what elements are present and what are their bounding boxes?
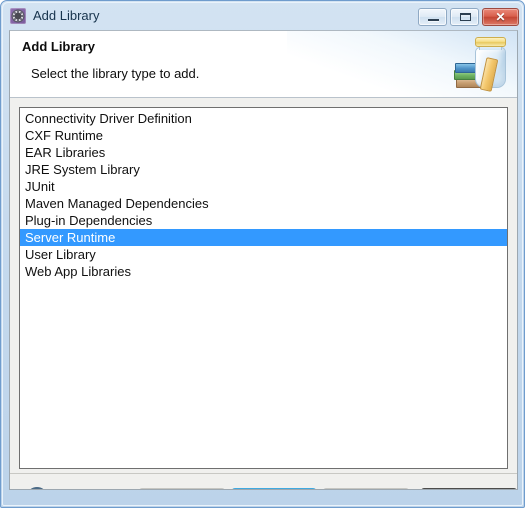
cancel-button[interactable]: Cancel bbox=[421, 488, 517, 489]
jar-lid-icon bbox=[475, 37, 506, 47]
list-item[interactable]: EAR Libraries bbox=[20, 144, 507, 161]
gear-icon bbox=[10, 8, 26, 24]
next-button[interactable]: Next > bbox=[231, 488, 317, 489]
list-item[interactable]: CXF Runtime bbox=[20, 127, 507, 144]
list-item[interactable]: JRE System Library bbox=[20, 161, 507, 178]
list-item[interactable]: Plug-in Dependencies bbox=[20, 212, 507, 229]
library-type-listbox[interactable]: Connectivity Driver Definition CXF Runtim… bbox=[19, 107, 508, 469]
button-bar bbox=[10, 473, 517, 489]
title-bar[interactable]: Add Library ✕ bbox=[3, 3, 524, 30]
add-library-dialog-window: Add Library ✕ Add Library Select the lib… bbox=[0, 0, 525, 508]
library-jar-books-icon bbox=[453, 36, 513, 94]
library-type-list: Connectivity Driver Definition CXF Runtim… bbox=[20, 110, 507, 280]
minimize-button[interactable] bbox=[418, 8, 447, 26]
list-item[interactable]: JUnit bbox=[20, 178, 507, 195]
window-title: Add Library bbox=[33, 8, 100, 23]
page-title: Add Library bbox=[22, 39, 95, 54]
wizard-banner: Add Library Select the library type to a… bbox=[10, 31, 517, 98]
finish-button[interactable]: Finish bbox=[323, 488, 409, 489]
back-button[interactable]: < Back bbox=[139, 488, 225, 489]
list-item[interactable]: Web App Libraries bbox=[20, 263, 507, 280]
maximize-button[interactable] bbox=[450, 8, 479, 26]
minimize-icon bbox=[428, 19, 439, 21]
dialog-client-area: Add Library Select the library type to a… bbox=[9, 30, 518, 490]
maximize-icon bbox=[460, 13, 471, 21]
list-item[interactable]: User Library bbox=[20, 246, 507, 263]
list-item[interactable]: Server Runtime bbox=[20, 229, 507, 246]
list-item[interactable]: Maven Managed Dependencies bbox=[20, 195, 507, 212]
page-description: Select the library type to add. bbox=[31, 66, 200, 81]
button-bar-separator bbox=[10, 473, 517, 474]
close-icon: ✕ bbox=[495, 10, 506, 24]
close-button[interactable]: ✕ bbox=[482, 8, 519, 26]
list-item[interactable]: Connectivity Driver Definition bbox=[20, 110, 507, 127]
